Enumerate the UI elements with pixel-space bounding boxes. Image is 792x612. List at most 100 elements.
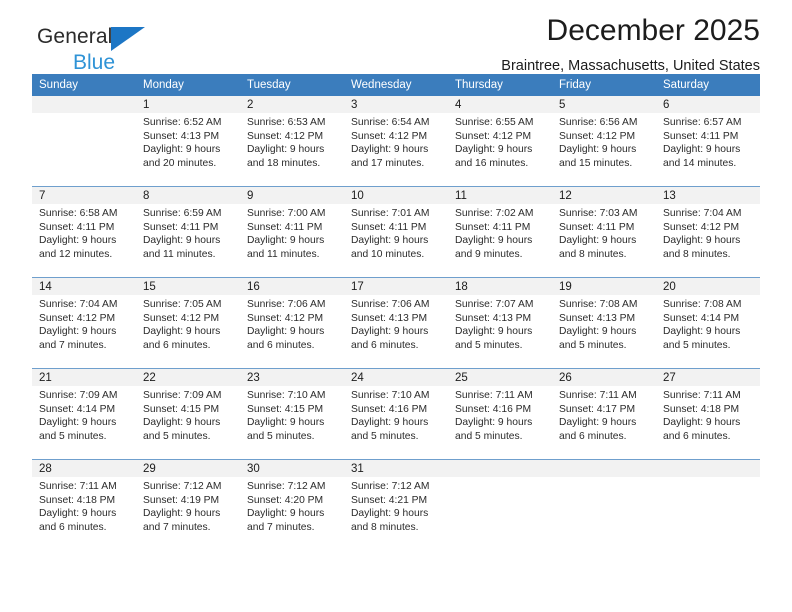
sunset-time: Sunset: 4:11 PM bbox=[351, 221, 427, 233]
day-number: 3 bbox=[344, 96, 448, 113]
calendar-day-cell[interactable]: 6 Sunrise: 6:57 AM Sunset: 4:11 PM Daylight… bbox=[656, 96, 760, 187]
sunrise-time: Sunrise: 6:52 AM bbox=[143, 117, 222, 128]
sunset-time: Sunset: 4:11 PM bbox=[39, 221, 115, 233]
day-number: 31 bbox=[344, 460, 448, 477]
calendar-day-cell[interactable]: 10 Sunrise: 7:01 AM Sunset: 4:11 PM Dayligh… bbox=[344, 186, 448, 278]
calendar-day-cell[interactable]: 20 Sunrise: 7:08 AM Sunset: 4:14 PM Dayligh… bbox=[656, 277, 760, 369]
daylight-duration-line2: and 8 minutes. bbox=[559, 248, 627, 260]
day-number: 30 bbox=[240, 460, 344, 477]
daylight-duration-line1: Daylight: 9 hours bbox=[663, 417, 741, 429]
calendar-day-cell[interactable]: 29 Sunrise: 7:12 AM Sunset: 4:19 PM Dayligh… bbox=[136, 459, 240, 550]
page-header: General Blue December 2025 Braintree, Ma… bbox=[32, 0, 760, 74]
daylight-duration-line1: Daylight: 9 hours bbox=[143, 144, 221, 156]
day-details: Sunrise: 7:04 AM Sunset: 4:12 PM Daylight:… bbox=[656, 204, 760, 261]
sunrise-time: Sunrise: 7:07 AM bbox=[455, 299, 534, 310]
generalblue-logo[interactable]: General Blue bbox=[37, 26, 217, 78]
day-details: Sunrise: 7:01 AM Sunset: 4:11 PM Daylight:… bbox=[344, 204, 448, 261]
day-number: 26 bbox=[552, 369, 656, 386]
sunrise-time: Sunrise: 7:09 AM bbox=[143, 390, 222, 401]
day-cell-inner: 22 Sunrise: 7:09 AM Sunset: 4:15 PM Dayligh… bbox=[136, 369, 240, 459]
sunset-time: Sunset: 4:12 PM bbox=[351, 130, 428, 142]
day-cell-inner: 13 Sunrise: 7:04 AM Sunset: 4:12 PM Dayligh… bbox=[656, 187, 760, 277]
daylight-duration-line2: and 5 minutes. bbox=[663, 339, 731, 351]
sunrise-time: Sunrise: 7:11 AM bbox=[455, 390, 533, 401]
calendar-day-cell[interactable]: 28 Sunrise: 7:11 AM Sunset: 4:18 PM Dayligh… bbox=[32, 459, 136, 550]
calendar-day-cell[interactable]: 21 Sunrise: 7:09 AM Sunset: 4:14 PM Dayligh… bbox=[32, 368, 136, 460]
calendar-day-cell[interactable]: 8 Sunrise: 6:59 AM Sunset: 4:11 PM Daylight… bbox=[136, 186, 240, 278]
daylight-duration-line1: Daylight: 9 hours bbox=[663, 235, 741, 247]
daylight-duration-line1: Daylight: 9 hours bbox=[247, 508, 325, 520]
sunrise-time: Sunrise: 7:04 AM bbox=[663, 208, 742, 219]
day-cell-inner: 4 Sunrise: 6:55 AM Sunset: 4:12 PM Daylight… bbox=[448, 96, 552, 186]
daylight-duration-line1: Daylight: 9 hours bbox=[143, 508, 221, 520]
daylight-duration-line2: and 8 minutes. bbox=[351, 521, 419, 533]
day-details: Sunrise: 7:00 AM Sunset: 4:11 PM Daylight:… bbox=[240, 204, 344, 261]
day-details: Sunrise: 7:09 AM Sunset: 4:15 PM Daylight:… bbox=[136, 386, 240, 443]
sunrise-time: Sunrise: 6:56 AM bbox=[559, 117, 638, 128]
day-cell-inner: 12 Sunrise: 7:03 AM Sunset: 4:11 PM Dayligh… bbox=[552, 187, 656, 277]
sunrise-time: Sunrise: 6:57 AM bbox=[663, 117, 742, 128]
day-details: Sunrise: 7:12 AM Sunset: 4:20 PM Daylight:… bbox=[240, 477, 344, 534]
calendar-day-cell[interactable]: 30 Sunrise: 7:12 AM Sunset: 4:20 PM Dayligh… bbox=[240, 459, 344, 550]
day-number: 22 bbox=[136, 369, 240, 386]
daylight-duration-line2: and 7 minutes. bbox=[143, 521, 211, 533]
calendar-day-cell[interactable]: 15 Sunrise: 7:05 AM Sunset: 4:12 PM Dayligh… bbox=[136, 277, 240, 369]
weekday-header-saturday: Saturday bbox=[656, 74, 760, 96]
calendar-week-row: 28 Sunrise: 7:11 AM Sunset: 4:18 PM Dayligh… bbox=[32, 459, 760, 550]
sunset-time: Sunset: 4:13 PM bbox=[351, 312, 428, 324]
daylight-duration-line2: and 11 minutes. bbox=[143, 248, 216, 260]
sunset-time: Sunset: 4:19 PM bbox=[143, 494, 220, 506]
calendar-day-cell[interactable]: 7 Sunrise: 6:58 AM Sunset: 4:11 PM Daylight… bbox=[32, 186, 136, 278]
daylight-duration-line1: Daylight: 9 hours bbox=[559, 417, 637, 429]
daylight-duration-line2: and 7 minutes. bbox=[247, 521, 315, 533]
day-details: Sunrise: 6:57 AM Sunset: 4:11 PM Daylight:… bbox=[656, 113, 760, 170]
sunset-time: Sunset: 4:11 PM bbox=[455, 221, 531, 233]
calendar-day-cell[interactable]: 14 Sunrise: 7:04 AM Sunset: 4:12 PM Dayligh… bbox=[32, 277, 136, 369]
calendar-day-cell[interactable]: 19 Sunrise: 7:08 AM Sunset: 4:13 PM Dayligh… bbox=[552, 277, 656, 369]
day-number: 20 bbox=[656, 278, 760, 295]
daylight-duration-line2: and 5 minutes. bbox=[39, 430, 107, 442]
sunrise-time: Sunrise: 6:54 AM bbox=[351, 117, 430, 128]
day-cell-inner: 7 Sunrise: 6:58 AM Sunset: 4:11 PM Daylight… bbox=[32, 187, 136, 277]
day-number bbox=[656, 460, 760, 477]
sunset-time: Sunset: 4:12 PM bbox=[455, 130, 532, 142]
sunset-time: Sunset: 4:11 PM bbox=[559, 221, 635, 233]
sunrise-time: Sunrise: 6:55 AM bbox=[455, 117, 534, 128]
daylight-duration-line2: and 5 minutes. bbox=[455, 430, 523, 442]
calendar-day-cell[interactable]: 25 Sunrise: 7:11 AM Sunset: 4:16 PM Dayligh… bbox=[448, 368, 552, 460]
sunset-time: Sunset: 4:18 PM bbox=[39, 494, 116, 506]
sunset-time: Sunset: 4:13 PM bbox=[143, 130, 220, 142]
day-cell-inner: 26 Sunrise: 7:11 AM Sunset: 4:17 PM Dayligh… bbox=[552, 369, 656, 459]
calendar-day-cell[interactable]: 12 Sunrise: 7:03 AM Sunset: 4:11 PM Dayligh… bbox=[552, 186, 656, 278]
calendar-day-cell[interactable]: 17 Sunrise: 7:06 AM Sunset: 4:13 PM Dayligh… bbox=[344, 277, 448, 369]
day-cell-inner: 18 Sunrise: 7:07 AM Sunset: 4:13 PM Dayligh… bbox=[448, 278, 552, 368]
day-number: 13 bbox=[656, 187, 760, 204]
calendar-day-cell[interactable]: 11 Sunrise: 7:02 AM Sunset: 4:11 PM Dayligh… bbox=[448, 186, 552, 278]
sunrise-time: Sunrise: 7:11 AM bbox=[39, 481, 117, 492]
calendar-day-cell[interactable]: 4 Sunrise: 6:55 AM Sunset: 4:12 PM Daylight… bbox=[448, 96, 552, 187]
sunset-time: Sunset: 4:12 PM bbox=[247, 312, 324, 324]
sunset-time: Sunset: 4:18 PM bbox=[663, 403, 740, 415]
calendar-day-cell[interactable]: 9 Sunrise: 7:00 AM Sunset: 4:11 PM Daylight… bbox=[240, 186, 344, 278]
calendar-day-cell[interactable]: 13 Sunrise: 7:04 AM Sunset: 4:12 PM Dayligh… bbox=[656, 186, 760, 278]
calendar-day-cell[interactable]: 3 Sunrise: 6:54 AM Sunset: 4:12 PM Daylight… bbox=[344, 96, 448, 187]
calendar-day-cell[interactable]: 5 Sunrise: 6:56 AM Sunset: 4:12 PM Daylight… bbox=[552, 96, 656, 187]
day-number: 2 bbox=[240, 96, 344, 113]
calendar-day-cell[interactable]: 22 Sunrise: 7:09 AM Sunset: 4:15 PM Dayligh… bbox=[136, 368, 240, 460]
calendar-day-cell[interactable]: 23 Sunrise: 7:10 AM Sunset: 4:15 PM Dayligh… bbox=[240, 368, 344, 460]
sunrise-time: Sunrise: 7:04 AM bbox=[39, 299, 118, 310]
day-cell-inner: 19 Sunrise: 7:08 AM Sunset: 4:13 PM Dayligh… bbox=[552, 278, 656, 368]
calendar-day-cell[interactable]: 18 Sunrise: 7:07 AM Sunset: 4:13 PM Dayligh… bbox=[448, 277, 552, 369]
calendar-day-cell[interactable]: 2 Sunrise: 6:53 AM Sunset: 4:12 PM Daylight… bbox=[240, 96, 344, 187]
calendar-day-cell[interactable]: 31 Sunrise: 7:12 AM Sunset: 4:21 PM Dayligh… bbox=[344, 459, 448, 550]
calendar-day-cell[interactable]: 27 Sunrise: 7:11 AM Sunset: 4:18 PM Dayligh… bbox=[656, 368, 760, 460]
day-cell-inner: 20 Sunrise: 7:08 AM Sunset: 4:14 PM Dayligh… bbox=[656, 278, 760, 368]
calendar-day-cell[interactable]: 26 Sunrise: 7:11 AM Sunset: 4:17 PM Dayligh… bbox=[552, 368, 656, 460]
calendar-day-cell[interactable]: 16 Sunrise: 7:06 AM Sunset: 4:12 PM Dayligh… bbox=[240, 277, 344, 369]
sunset-time: Sunset: 4:15 PM bbox=[247, 403, 324, 415]
calendar-table: Sunday Monday Tuesday Wednesday Thursday… bbox=[32, 74, 760, 550]
calendar-day-cell[interactable]: 24 Sunrise: 7:10 AM Sunset: 4:16 PM Dayligh… bbox=[344, 368, 448, 460]
weekday-header-thursday: Thursday bbox=[448, 74, 552, 96]
calendar-cell-empty bbox=[656, 459, 760, 550]
calendar-day-cell[interactable]: 1 Sunrise: 6:52 AM Sunset: 4:13 PM Daylight… bbox=[136, 96, 240, 187]
